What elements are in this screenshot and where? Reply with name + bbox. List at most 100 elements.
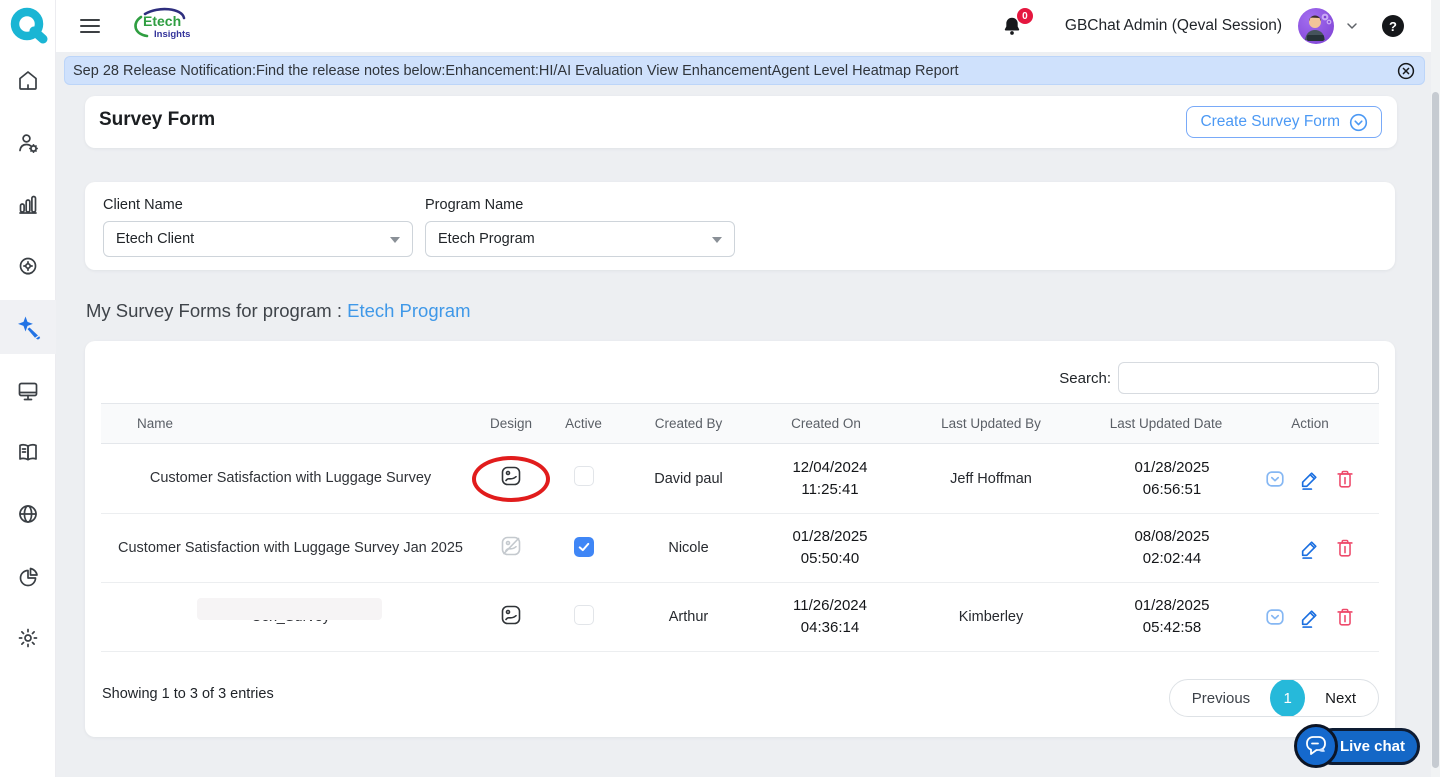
- last-updated-by-value: Jeff Hoffman: [950, 471, 1032, 487]
- created-on-time: 04:36:14: [770, 617, 890, 639]
- pagination-page-1-button[interactable]: 1: [1270, 679, 1305, 717]
- search-label: Search:: [1059, 370, 1111, 387]
- delete-action-icon[interactable]: [1334, 468, 1356, 490]
- help-icon[interactable]: ?: [1382, 15, 1404, 37]
- edit-action-icon[interactable]: [1299, 537, 1321, 559]
- last-updated-time-value: 02:02:44: [1104, 548, 1240, 570]
- sidebar-item-analytics[interactable]: [0, 550, 56, 604]
- etech-insights-logo[interactable]: Etech Insights: [130, 5, 194, 47]
- notification-bell-icon[interactable]: 0: [1001, 14, 1025, 38]
- chat-bubble-icon: [1294, 724, 1338, 768]
- mail-action-icon[interactable]: [1264, 606, 1286, 628]
- design-icon[interactable]: [499, 464, 523, 488]
- search-input[interactable]: [1118, 362, 1379, 394]
- sidebar-item-survey-forms[interactable]: [0, 300, 56, 354]
- section-heading-program-link[interactable]: Etech Program: [347, 300, 470, 321]
- pagination: Previous 1 Next: [1169, 679, 1379, 717]
- edit-action-icon[interactable]: [1299, 468, 1321, 490]
- globe-icon: [16, 502, 40, 526]
- column-header-created-by[interactable]: Created By: [616, 404, 761, 444]
- delete-action-icon[interactable]: [1334, 606, 1356, 628]
- client-name-value: Etech Client: [116, 231, 194, 247]
- last-updated-date-value: 01/28/2025 06:56:51: [1104, 457, 1240, 501]
- menu-hamburger-icon[interactable]: [80, 19, 100, 33]
- action-spacer: [1264, 537, 1286, 559]
- column-header-action[interactable]: Action: [1241, 404, 1379, 444]
- left-sidebar: [0, 0, 56, 777]
- filters-card: Client Name Etech Client Program Name Et…: [85, 182, 1395, 270]
- section-heading: My Survey Forms for program : Etech Prog…: [86, 300, 471, 322]
- created-on-time: 05:50:40: [770, 548, 890, 570]
- column-header-active[interactable]: Active: [551, 404, 616, 444]
- program-name-label: Program Name: [425, 197, 735, 213]
- bar-chart-icon: [16, 192, 40, 216]
- q-app-logo[interactable]: [7, 5, 49, 47]
- live-chat-button[interactable]: Live chat: [1294, 724, 1420, 769]
- user-menu-chevron-icon[interactable]: [1344, 18, 1360, 34]
- table-row: Customer Satisfaction with Luggage Surve…: [101, 444, 1379, 514]
- created-by-value: Nicole: [668, 540, 708, 556]
- live-chat-label: Live chat: [1340, 738, 1405, 755]
- last-updated-date-value: 08/08/2025: [1104, 526, 1240, 548]
- created-by-value: David paul: [654, 471, 723, 487]
- svg-text:Insights: Insights: [154, 29, 190, 40]
- book-icon: [16, 440, 40, 464]
- sidebar-item-web[interactable]: [0, 487, 56, 541]
- survey-name: Customer Satisfaction with Luggage Surve…: [150, 470, 431, 486]
- created-on-date: 11/26/2024: [770, 595, 890, 617]
- column-header-last-updated-date[interactable]: Last Updated Date: [1091, 404, 1241, 444]
- active-checkbox[interactable]: [574, 605, 594, 625]
- edit-action-icon[interactable]: [1299, 606, 1321, 628]
- monitor-icon: [16, 379, 40, 403]
- user-avatar[interactable]: [1298, 8, 1334, 44]
- client-name-select[interactable]: Etech Client: [103, 221, 413, 257]
- column-header-last-updated-by[interactable]: Last Updated By: [891, 404, 1091, 444]
- sidebar-item-settings[interactable]: [0, 611, 56, 665]
- last-updated-by-value: Kimberley: [959, 609, 1023, 625]
- user-session-label[interactable]: GBChat Admin (Qeval Session): [1065, 17, 1282, 35]
- active-checkbox[interactable]: [574, 537, 594, 557]
- survey-table-card: Search: Name Design Active Created By Cr…: [85, 341, 1395, 737]
- sidebar-item-quality[interactable]: [0, 240, 56, 294]
- column-header-name[interactable]: Name: [101, 404, 471, 444]
- table-header-row: Name Design Active Created By Created On…: [101, 404, 1379, 444]
- last-updated-date-value: 01/28/2025: [1104, 595, 1240, 617]
- program-name-select[interactable]: Etech Program: [425, 221, 735, 257]
- banner-text: Sep 28 Release Notification:Find the rel…: [73, 63, 959, 79]
- sidebar-item-knowledge[interactable]: [0, 425, 56, 479]
- mail-action-icon[interactable]: [1264, 468, 1286, 490]
- pie-chart-icon: [16, 565, 40, 589]
- created-on-date: 12/04/2024: [770, 457, 890, 479]
- scrollbar-thumb[interactable]: [1432, 92, 1439, 768]
- scrollbar-track[interactable]: [1431, 0, 1440, 777]
- entries-count-label: Showing 1 to 3 of 3 entries: [102, 686, 274, 702]
- column-header-design[interactable]: Design: [471, 404, 551, 444]
- quality-badge-icon: [16, 255, 40, 279]
- svg-text:Etech: Etech: [143, 13, 181, 29]
- page-header-card: Survey Form Create Survey Form: [85, 96, 1397, 148]
- banner-close-icon[interactable]: [1397, 62, 1415, 80]
- column-header-created-on[interactable]: Created On: [761, 404, 891, 444]
- sidebar-item-reports[interactable]: [0, 177, 56, 231]
- client-name-label: Client Name: [103, 197, 413, 213]
- sidebar-item-user-management[interactable]: [0, 116, 56, 170]
- created-on-time: 11:25:41: [770, 479, 890, 501]
- created-on-date: 01/28/2025: [770, 526, 890, 548]
- survey-forms-table: Name Design Active Created By Created On…: [101, 403, 1379, 652]
- top-bar: Etech Insights 0 GBChat Admin (Qeval Ses…: [56, 0, 1440, 52]
- notification-badge: 0: [1017, 8, 1033, 24]
- design-icon[interactable]: [499, 603, 523, 627]
- select-caret-icon: [390, 237, 400, 243]
- page-title: Survey Form: [99, 109, 215, 131]
- create-survey-form-button[interactable]: Create Survey Form: [1186, 106, 1382, 138]
- delete-action-icon[interactable]: [1334, 537, 1356, 559]
- release-notification-banner: Sep 28 Release Notification:Find the rel…: [64, 56, 1425, 85]
- pagination-previous-button[interactable]: Previous: [1170, 690, 1270, 707]
- sidebar-item-home[interactable]: [0, 53, 56, 107]
- pagination-next-button[interactable]: Next: [1305, 690, 1378, 707]
- last-updated-time-value: 05:42:58: [1104, 617, 1240, 639]
- home-icon: [16, 68, 40, 92]
- sidebar-item-monitoring[interactable]: [0, 364, 56, 418]
- active-checkbox[interactable]: [574, 466, 594, 486]
- survey-form-page: Etech Insights 0 GBChat Admin (Qeval Ses…: [0, 0, 1440, 777]
